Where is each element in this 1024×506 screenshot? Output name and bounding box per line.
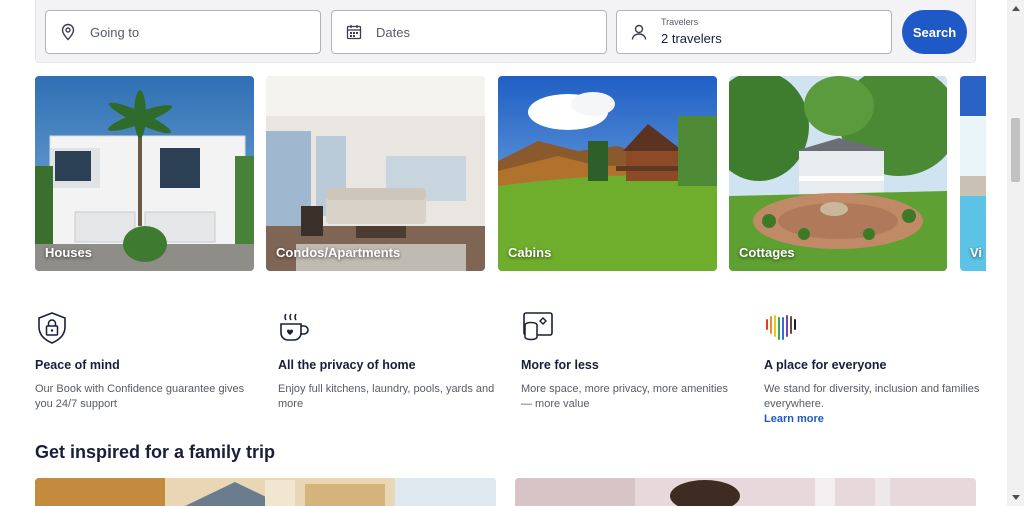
- search-button[interactable]: Search: [902, 10, 967, 54]
- scroll-down-arrow-icon[interactable]: [1007, 489, 1024, 506]
- feature-description: More space, more privacy, more amenities…: [521, 383, 729, 410]
- page-scrollbar[interactable]: [1007, 0, 1024, 506]
- cabins-image: [498, 76, 717, 271]
- property-card-houses[interactable]: Houses: [35, 76, 254, 271]
- property-card-villas[interactable]: Vi: [960, 76, 986, 271]
- coffee-cup-icon: [280, 313, 309, 341]
- section-title: Get inspired for a family trip: [35, 442, 276, 462]
- scrollbar-thumb[interactable]: [1011, 118, 1020, 182]
- feature-more-for-less: More for less More space, more privacy, …: [521, 311, 741, 412]
- inspiration-image: [35, 478, 496, 506]
- feature-title: All the privacy of home: [278, 358, 416, 372]
- dates-placeholder: Dates: [376, 24, 410, 40]
- calendar-icon: [332, 10, 376, 54]
- person-icon: [617, 10, 661, 54]
- property-card-label: Vi: [970, 245, 983, 260]
- feature-peace-of-mind: Peace of mind Our Book with Confidence g…: [35, 311, 255, 412]
- houses-image: [35, 76, 254, 271]
- property-card-label: Cottages: [739, 245, 795, 260]
- feature-title: More for less: [521, 358, 599, 372]
- travelers-value: 2 travelers: [661, 30, 722, 46]
- inspiration-image: [515, 478, 976, 506]
- inspiration-card[interactable]: [35, 478, 496, 506]
- villas-image: [960, 76, 986, 271]
- location-pin-icon: [46, 10, 90, 54]
- going-to-field[interactable]: Going to: [45, 10, 321, 54]
- rainbow-heart-icon: [766, 315, 796, 340]
- feature-description: Enjoy full kitchens, laundry, pools, yar…: [278, 383, 495, 410]
- property-card-cottages[interactable]: Cottages: [729, 76, 947, 271]
- cottages-image: [729, 76, 947, 271]
- search-bar: Going to Dates Travelers 2 travelers Sea…: [35, 0, 976, 63]
- going-to-placeholder: Going to: [90, 24, 140, 40]
- property-card-condos[interactable]: Condos/Apartments: [266, 76, 485, 271]
- learn-more-link[interactable]: Learn more: [764, 412, 984, 427]
- feature-description: We stand for diversity, inclusion and fa…: [764, 382, 984, 427]
- coins-icon: [523, 312, 553, 341]
- inspiration-card[interactable]: [515, 478, 976, 506]
- feature-title: A place for everyone: [764, 358, 887, 372]
- feature-title: Peace of mind: [35, 358, 120, 372]
- condos-image: [266, 76, 485, 271]
- lock-shield-icon: [38, 312, 66, 344]
- property-card-cabins[interactable]: Cabins: [498, 76, 717, 271]
- travelers-label: Travelers: [661, 16, 699, 27]
- feature-privacy: All the privacy of home Enjoy full kitch…: [278, 311, 498, 412]
- feature-description: Our Book with Confidence guarantee gives…: [35, 383, 245, 410]
- property-card-label: Cabins: [508, 245, 552, 260]
- dates-field[interactable]: Dates: [331, 10, 607, 54]
- scroll-up-arrow-icon[interactable]: [1007, 0, 1024, 17]
- property-card-label: Condos/Apartments: [276, 245, 401, 260]
- feature-description-text: We stand for diversity, inclusion and fa…: [764, 383, 980, 410]
- travelers-field[interactable]: Travelers 2 travelers: [616, 10, 892, 54]
- property-card-label: Houses: [45, 245, 92, 260]
- feature-place-for-everyone: A place for everyone We stand for divers…: [764, 311, 984, 427]
